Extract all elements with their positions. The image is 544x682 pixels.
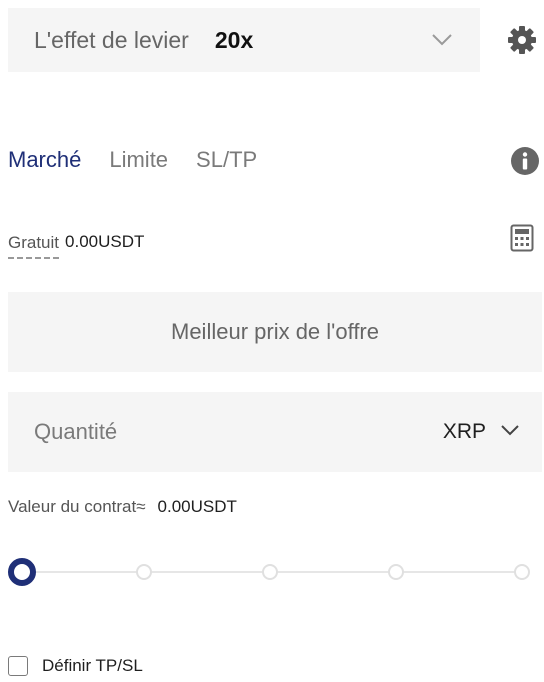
gear-icon [507, 25, 537, 60]
available-value: 0.00USDT [65, 232, 145, 251]
contract-value: 0.00USDT [157, 497, 237, 516]
leverage-label: L'effet de levier [34, 26, 189, 53]
chevron-down-icon [500, 423, 520, 441]
price-field[interactable]: Meilleur prix de l'offre [8, 292, 542, 372]
calculator-icon [510, 224, 534, 256]
tab-limit[interactable]: Limite [109, 147, 168, 173]
slider-stop-100[interactable] [514, 564, 530, 580]
set-tpsl-option[interactable]: Définir TP/SL [8, 654, 143, 678]
slider-stop-75[interactable] [388, 564, 404, 580]
unit-label: XRP [442, 420, 486, 443]
calculator-button[interactable] [510, 224, 536, 254]
leverage-value: 20x [214, 26, 254, 53]
leverage-select[interactable]: L'effet de levier 20x [8, 8, 480, 72]
tpsl-checkbox[interactable] [8, 656, 28, 676]
info-button[interactable] [510, 146, 540, 176]
contract-value-row: Valeur du contrat≈ 0.00USDT [8, 494, 237, 520]
tab-sl-tp[interactable]: SL/TP [196, 147, 257, 173]
contract-value-label: Valeur du contrat≈ [8, 497, 146, 516]
info-icon [510, 147, 540, 180]
available-balance: Gratuit 0.00USDT [8, 227, 145, 259]
tpsl-label: Définir TP/SL [42, 656, 143, 675]
quantity-slider[interactable] [8, 556, 538, 588]
slider-handle[interactable] [8, 558, 36, 586]
settings-button[interactable] [504, 24, 540, 60]
tab-market[interactable]: Marché [8, 147, 81, 173]
unit-select[interactable]: XRP [443, 420, 520, 444]
slider-stop-50[interactable] [262, 564, 278, 580]
slider-stop-25[interactable] [136, 564, 152, 580]
available-label[interactable]: Gratuit [8, 233, 60, 259]
chevron-down-icon [430, 28, 454, 52]
quantity-field[interactable]: XRP [8, 392, 542, 472]
order-type-tabs: Marché Limite SL/TP [8, 140, 285, 180]
quantity-input[interactable] [34, 419, 354, 445]
